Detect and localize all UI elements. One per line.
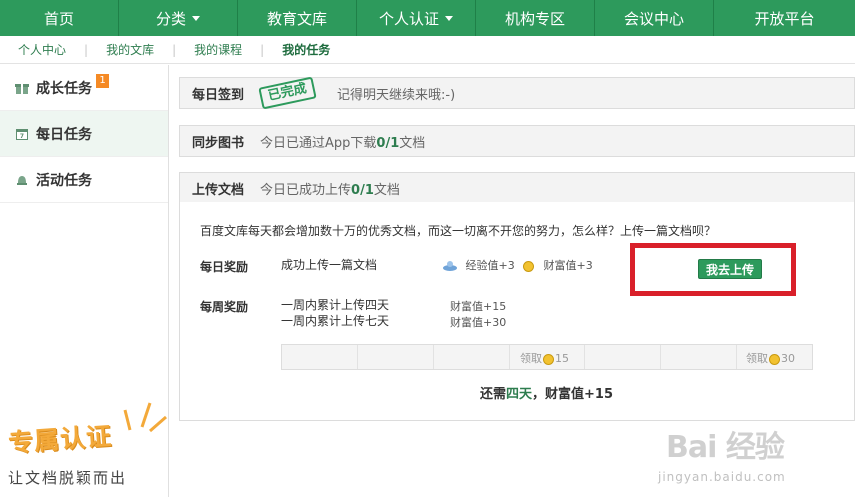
promo-subtitle: 让文档脱颖而出 — [8, 469, 128, 487]
sidebar: 成长任务 1 7 每日任务 活动任务 专属认证 让文档脱颖而出 — [0, 65, 169, 497]
sidebar-item-label: 每日任务 — [36, 126, 92, 143]
exp-icon — [443, 261, 457, 271]
checkin-panel: 每日签到 已完成 记得明天继续来哦:-) — [179, 76, 855, 110]
nav-education-label: 教育文库 — [266, 9, 327, 28]
coin-icon — [543, 353, 554, 365]
weekly-reward-2: 财富值+30 — [450, 316, 507, 329]
sync-title: 同步图书 — [192, 135, 245, 151]
sync-panel: 同步图书 今日已通过App下载0/1文档 — [179, 125, 855, 157]
daily-exp-reward: 经验值+3 — [442, 258, 515, 273]
sparkle-icon — [123, 402, 167, 433]
coin-icon — [523, 260, 534, 272]
weekly-task-1: 一周内累计上传四天 — [281, 298, 390, 312]
notification-badge: 1 — [96, 73, 109, 88]
subnav-my-courses[interactable]: 我的课程 — [176, 41, 260, 58]
checkin-title: 每日签到 — [192, 87, 245, 103]
checkin-text: 记得明天继续来哦:-) — [337, 87, 456, 103]
nav-personal-cert[interactable]: 个人认证 — [357, 0, 476, 36]
nav-open-platform-label: 开放平台 — [754, 9, 815, 28]
weekly-task-2: 一周内累计上传七天 — [281, 314, 390, 328]
day-cell — [585, 345, 662, 369]
sidebar-item-label: 活动任务 — [36, 172, 92, 189]
promo-title: 专属认证 — [7, 421, 114, 458]
go-upload-button[interactable]: 我去上传 — [698, 259, 762, 279]
caret-down-icon — [192, 15, 200, 21]
daily-reward-label: 每日奖励 — [200, 260, 249, 274]
subnav-my-tasks[interactable]: 我的任务 — [264, 41, 348, 58]
nav-personal-cert-label: 个人认证 — [378, 9, 439, 28]
day-cell — [661, 345, 738, 369]
nav-institution-label: 机构专区 — [504, 9, 565, 28]
calendar-icon: 7 — [14, 126, 30, 142]
nav-conference-label: 会议中心 — [623, 9, 684, 28]
sidebar-item-label: 成长任务 — [36, 80, 92, 97]
upload-text: 今日已成功上传0/1文档 — [260, 182, 400, 198]
day-cell — [434, 345, 510, 369]
claim-reward-1[interactable]: 领取 15 — [520, 350, 569, 366]
weekly-reward-1: 财富值+15 — [450, 300, 507, 313]
upload-detail: 百度文库每天都会增加数十万的优秀文档，而这一切离不开您的努力，怎么样？上传一篇文… — [179, 202, 855, 421]
baidu-jingyan-watermark: Bai 经验 jingyan.baidu.com — [650, 420, 855, 497]
sidebar-item-growth-tasks[interactable]: 成长任务 1 — [0, 65, 168, 111]
watermark-logo: Bai 经验 — [666, 430, 785, 465]
day-cell — [282, 345, 358, 369]
remaining-text: 还需四天，财富值+15 — [480, 387, 614, 402]
daily-wealth-reward: 财富值+3 — [523, 258, 593, 273]
nav-conference[interactable]: 会议中心 — [595, 0, 714, 36]
nav-open-platform[interactable]: 开放平台 — [714, 0, 855, 36]
sidebar-item-activity-tasks[interactable]: 活动任务 — [0, 157, 168, 203]
sub-navigation: 个人中心 | 我的文库 | 我的课程 | 我的任务 — [0, 36, 855, 64]
nav-category-label: 分类 — [155, 9, 186, 28]
svg-text:7: 7 — [20, 133, 24, 140]
subnav-my-library[interactable]: 我的文库 — [88, 41, 172, 58]
nav-education[interactable]: 教育文库 — [238, 0, 357, 36]
nav-home-label: 首页 — [43, 9, 74, 28]
coin-icon — [769, 353, 780, 365]
top-navigation: 首页 分类 教育文库 个人认证 机构专区 会议中心 开放平台 — [0, 0, 855, 36]
completed-stamp: 已完成 — [258, 76, 317, 110]
bell-icon — [14, 172, 30, 188]
upload-title: 上传文档 — [192, 182, 245, 198]
upload-panel: 上传文档 今日已成功上传0/1文档 — [179, 172, 855, 204]
nav-category[interactable]: 分类 — [119, 0, 238, 36]
sync-text: 今日已通过App下载0/1文档 — [260, 135, 426, 151]
day-cell — [358, 345, 434, 369]
watermark-url: jingyan.baidu.com — [658, 470, 786, 484]
promo-banner[interactable]: 专属认证 让文档脱颖而出 — [0, 395, 169, 497]
gift-icon — [14, 80, 30, 96]
nav-institution[interactable]: 机构专区 — [476, 0, 595, 36]
sidebar-item-daily-tasks[interactable]: 7 每日任务 — [0, 111, 168, 157]
caret-down-icon — [445, 15, 453, 21]
weekly-reward-label: 每周奖励 — [200, 300, 249, 314]
daily-task-text: 成功上传一篇文档 — [281, 258, 378, 272]
nav-home[interactable]: 首页 — [0, 0, 119, 36]
upload-intro: 百度文库每天都会增加数十万的优秀文档，而这一切离不开您的努力，怎么样？上传一篇文… — [200, 224, 717, 238]
claim-reward-2[interactable]: 领取 30 — [746, 350, 795, 366]
subnav-personal-center[interactable]: 个人中心 — [0, 41, 84, 58]
